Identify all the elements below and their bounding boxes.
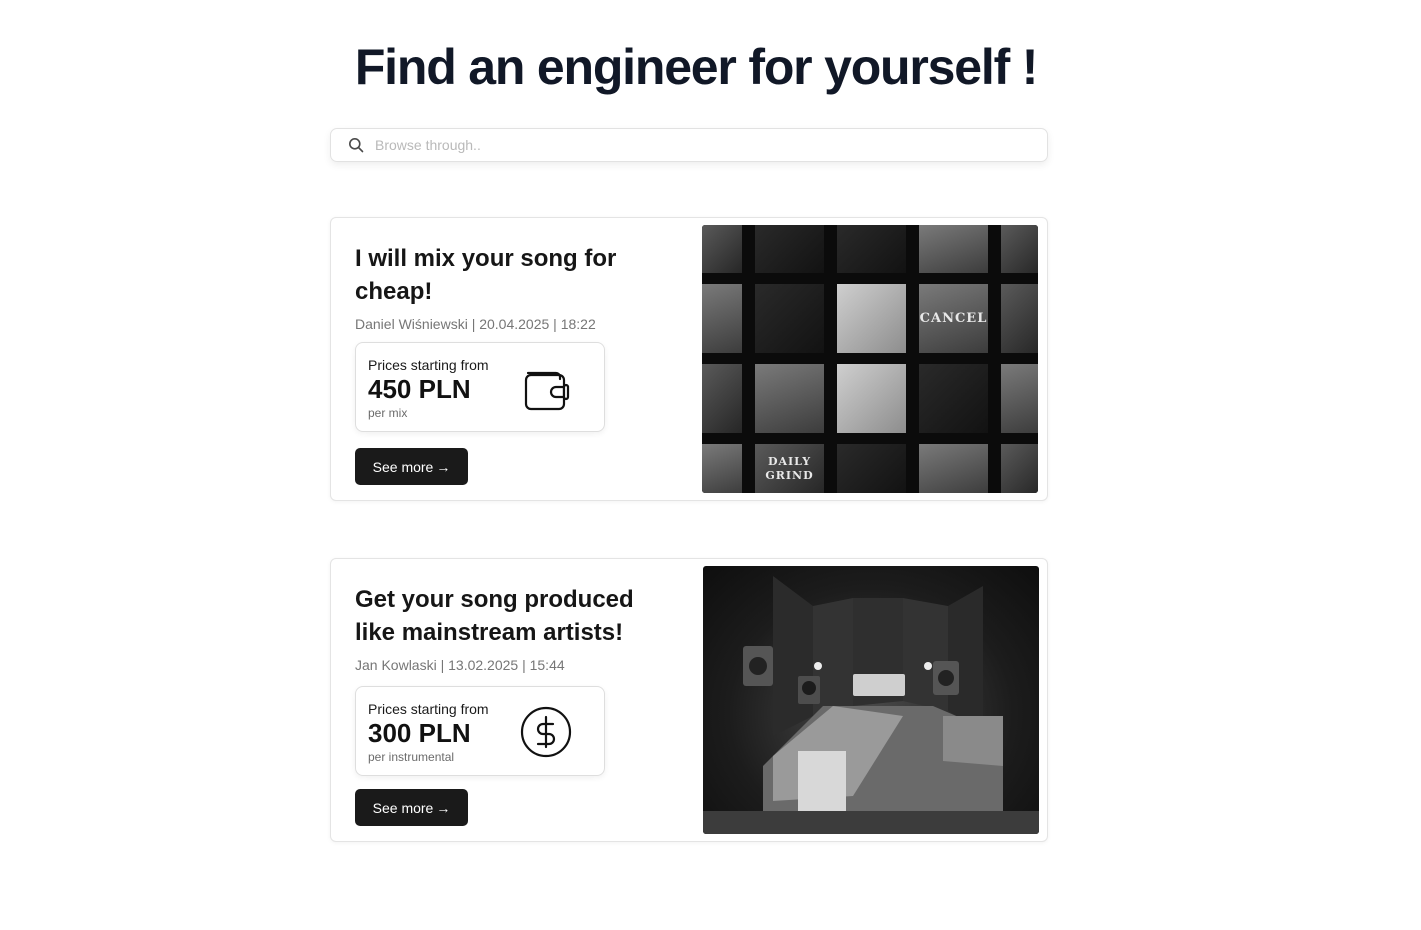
price-unit: per mix — [368, 406, 408, 420]
arrow-right-icon: → — [436, 799, 451, 816]
listing-meta: Daniel Wiśniewski | 20.04.2025 | 18:22 — [355, 316, 596, 332]
search-bar[interactable] — [330, 128, 1048, 162]
see-more-button[interactable]: See more → — [355, 448, 468, 485]
search-input[interactable] — [373, 136, 1047, 154]
listing-title[interactable]: Get your song produced like mainstream a… — [355, 583, 675, 649]
price-label: Prices starting from — [368, 701, 489, 717]
dollar-circle-icon — [520, 706, 572, 758]
listing-card: Get your song produced like mainstream a… — [330, 558, 1048, 842]
listing-image-studio — [703, 566, 1039, 834]
search-icon — [349, 138, 364, 153]
price-value: 300 PLN — [368, 718, 471, 748]
price-label: Prices starting from — [368, 357, 489, 373]
see-more-button[interactable]: See more → — [355, 789, 468, 826]
wallet-icon — [524, 371, 570, 411]
arrow-right-icon: → — [436, 458, 451, 475]
price-value: 450 PLN — [368, 374, 471, 404]
listing-meta: Jan Kowlaski | 13.02.2025 | 15:44 — [355, 657, 565, 673]
see-more-label: See more — [372, 799, 434, 816]
listing-title[interactable]: I will mix your song for cheap! — [355, 242, 655, 308]
album-tile-daily-grind: DAILY GRIND — [755, 444, 824, 493]
album-tile-cancel: CANCEL — [919, 284, 988, 353]
price-unit: per instrumental — [368, 750, 455, 764]
listing-card: I will mix your song for cheap! Daniel W… — [330, 217, 1048, 501]
price-box: Prices starting from 450 PLN per mix — [355, 342, 605, 432]
listing-image-album-collage: CANCEL DAILY GRIND — [702, 225, 1038, 493]
studio-illustration — [703, 576, 1039, 834]
see-more-label: See more — [372, 458, 434, 475]
price-box: Prices starting from 300 PLN per instrum… — [355, 686, 605, 776]
page-title: Find an engineer for yourself ! — [354, 39, 1039, 95]
